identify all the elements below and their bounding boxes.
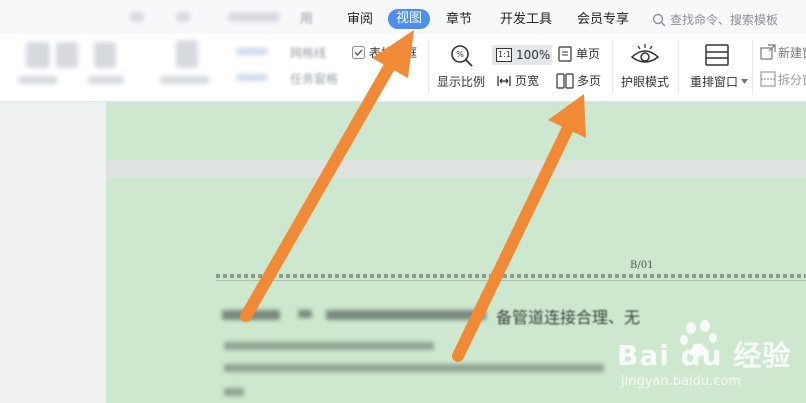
rearrange-window-label[interactable]: 重排窗口: [690, 74, 738, 90]
blurred-ribbon-icon: [26, 42, 50, 68]
gridlines-option[interactable]: 网格线: [290, 45, 326, 61]
search-icon: [652, 13, 666, 27]
blurred-menu-item: [228, 12, 280, 22]
checkbox-checked-icon: [352, 46, 365, 59]
zoom-ratio-button[interactable]: %: [449, 43, 475, 72]
new-window-label[interactable]: 新建窗: [778, 45, 806, 61]
split-window-icon: [760, 71, 776, 90]
blurred-ribbon-label: [18, 76, 58, 84]
watermark-brand: Bai du 经验: [617, 339, 792, 372]
blurred-menu-item: [176, 12, 190, 22]
eye-protection-button[interactable]: [630, 43, 660, 70]
blurred-ribbon-label: [236, 74, 268, 81]
blurred-doc-text: [224, 364, 604, 372]
new-window-icon: [760, 44, 776, 63]
blurred-doc-text: [326, 310, 486, 320]
ribbon-separator: [678, 40, 679, 94]
page-header-separator: [216, 274, 806, 278]
page-gap: [106, 160, 806, 178]
blurred-ribbon-icon: [56, 42, 78, 68]
baidu-jingyan-watermark: Bai du 经验 jingyan.baidu.com: [615, 318, 800, 403]
menu-bar: 用 审阅 视图 章节 开发工具 会员专享 查找命令、搜索模板: [0, 0, 806, 34]
chevron-down-icon: [741, 79, 748, 84]
zoom-percent-label: 100%: [516, 48, 551, 62]
zoom-badge: 1:1: [498, 50, 511, 59]
zoom-magnifier-icon: %: [451, 45, 473, 67]
blurred-ribbon-label: [88, 76, 124, 84]
page-width-label[interactable]: 页宽: [515, 73, 539, 89]
split-window-label[interactable]: 拆分窗: [778, 72, 806, 88]
eye-icon: [630, 44, 660, 63]
blurred-ribbon-label: [160, 76, 210, 84]
blurred-menu-item: [130, 12, 144, 22]
blurred-doc-text: [222, 310, 280, 320]
command-search[interactable]: 查找命令、搜索模板: [652, 10, 778, 30]
blurred-doc-text: [298, 310, 312, 318]
window-layout-icon: [705, 44, 729, 66]
tab-partial[interactable]: 用: [300, 10, 313, 30]
zoom-ratio-label[interactable]: 显示比例: [437, 74, 485, 90]
single-page-icon: [558, 46, 572, 65]
rearrange-window-button[interactable]: [705, 44, 729, 69]
task-pane-option[interactable]: 任务窗格: [290, 71, 338, 87]
ribbon-separator: [752, 40, 753, 94]
table-border-label: 表格虚框: [369, 46, 418, 60]
watermark-url: jingyan.baidu.com: [621, 374, 741, 389]
multi-page-icon: [556, 73, 574, 92]
ribbon-separator: [612, 40, 613, 94]
multi-page-label[interactable]: 多页: [577, 73, 601, 89]
tab-review[interactable]: 审阅: [347, 10, 373, 30]
table-border-checkbox[interactable]: [352, 46, 365, 62]
blurred-doc-text: [224, 388, 244, 396]
tab-developer-tools[interactable]: 开发工具: [500, 10, 552, 30]
blurred-ribbon-label: [236, 48, 268, 55]
blurred-ribbon-icon: [176, 40, 198, 68]
ribbon-separator: [428, 40, 429, 94]
blurred-doc-text: [224, 342, 434, 350]
blurred-ribbon-icon: [94, 42, 116, 68]
svg-text:%: %: [456, 50, 464, 59]
page-header-line: [216, 280, 806, 281]
ribbon-toolbar: 网格线 任务窗格 表格虚框 % 显示比例 1:1 100% 页宽 单页 多页 护…: [0, 34, 806, 102]
single-page-label[interactable]: 单页: [576, 46, 600, 62]
tab-member[interactable]: 会员专享: [577, 10, 629, 30]
tab-chapter[interactable]: 章节: [446, 10, 472, 30]
page-number: B/01: [630, 260, 654, 271]
page-width-icon: [496, 73, 512, 92]
eye-protection-label[interactable]: 护眼模式: [621, 74, 669, 90]
search-placeholder: 查找命令、搜索模板: [670, 13, 779, 27]
tab-view[interactable]: 视图: [388, 9, 431, 29]
left-sidebar: [0, 102, 106, 403]
